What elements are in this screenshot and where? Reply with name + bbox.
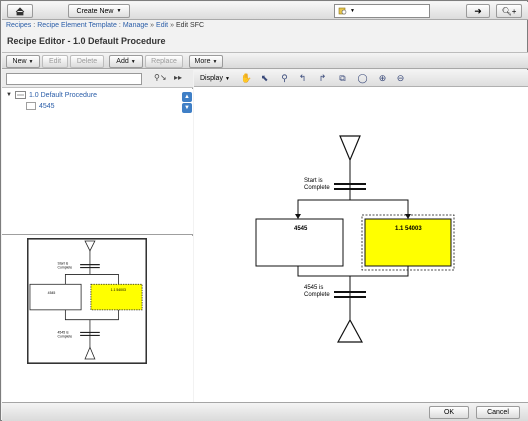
transition-bottom-label-2: Complete (304, 292, 330, 298)
breadcrumb: Recipes: Recipe Element Template: Manage» E… (6, 22, 204, 29)
tree-item-child[interactable]: 4545 (26, 102, 55, 110)
top-bar: Create New ▼ ▼ ➜ 🔍︎+ (2, 2, 528, 20)
link-right-icon[interactable]: ↱ (316, 72, 329, 85)
zoom-fit-icon[interactable]: ◯ (356, 72, 369, 85)
chevron-down-icon: ▼ (28, 58, 34, 65)
node-icon[interactable]: ⧉ (336, 72, 349, 85)
mini-step-right-label: 1.1 54003 (111, 288, 126, 292)
ok-button[interactable]: OK (429, 406, 469, 419)
step-4545-label: 4545 (294, 226, 308, 232)
edit-label: Edit (48, 58, 62, 65)
search-input[interactable] (348, 4, 428, 16)
recipe-tree: ▼ 1.0 Default Procedure 4545 ▲ ▼ (2, 89, 193, 235)
sfc-canvas[interactable]: Start is Complete 4545 1.1 54003 4545 is… (194, 88, 528, 402)
add-label: Add (116, 58, 129, 65)
create-new-button[interactable]: Create New ▼ (68, 4, 130, 18)
hand-icon[interactable]: ✋ (240, 72, 253, 85)
collapse-arrow-icon[interactable]: ▼ (6, 92, 12, 98)
pointer-icon[interactable]: ⬉ (258, 72, 271, 85)
zoom-in-icon[interactable]: ⊕ (376, 72, 389, 85)
search-scope-icon (338, 7, 347, 14)
chevron-down-icon: ▼ (116, 8, 122, 14)
connect-icon[interactable]: ⚲ (278, 72, 291, 85)
breadcrumb-current: Edit SFC (176, 22, 205, 29)
chevron-down-icon: ▼ (130, 58, 136, 65)
go-button[interactable]: ➜ (466, 4, 490, 18)
edit-button[interactable]: Edit (42, 55, 68, 68)
new-button[interactable]: New ▼ (6, 55, 40, 68)
more-button[interactable]: More ▼ (189, 55, 223, 68)
find-button[interactable]: 🔍︎+ (496, 4, 522, 18)
mini-step-left-label: 4545 (48, 291, 56, 295)
start-triangle[interactable] (339, 135, 361, 162)
tree-item-root-label: 1.0 Default Procedure (28, 91, 98, 99)
tree-filter-input[interactable] (6, 73, 142, 85)
tree-item-root[interactable]: ▼ 1.0 Default Procedure (6, 91, 97, 99)
create-new-label: Create New (76, 7, 114, 15)
page-title: Recipe Editor - 1.0 Default Procedure (7, 36, 166, 46)
procedure-icon (15, 91, 26, 99)
tree-item-child-label: 4545 (39, 102, 55, 110)
home-icon (15, 6, 25, 15)
transition-top-label: Start is (304, 178, 323, 184)
step-icon (26, 102, 36, 110)
mini-trans-top-label-2: Complete (58, 266, 73, 270)
link-left-icon[interactable]: ↰ (296, 72, 309, 85)
find-plus-icon: 🔍︎+ (501, 6, 517, 16)
display-label: Display (200, 75, 223, 82)
scroll-up-icon[interactable]: ▲ (182, 92, 192, 102)
new-label: New (12, 58, 27, 65)
ok-label: OK (443, 409, 455, 416)
zoom-out-icon[interactable]: ⊖ (394, 72, 407, 85)
breadcrumb-separator: » (150, 22, 155, 29)
mini-step-left (29, 283, 82, 311)
breadcrumb-separator: : (118, 22, 121, 29)
mini-trans-bottom-label-2: Complete (58, 334, 73, 338)
replace-label: Replace (151, 58, 177, 65)
end-triangle[interactable] (336, 318, 364, 343)
expand-icon[interactable]: ▸▸ (174, 73, 182, 82)
transition-top-label-2: Complete (304, 185, 330, 191)
chevron-down-icon: ▼ (224, 75, 230, 82)
chevron-down-icon: ▼ (212, 58, 218, 65)
breadcrumb-manage[interactable]: Manage (123, 22, 148, 29)
step-54003-label: 1.1 54003 (395, 226, 422, 232)
overview-panel: Start is Complete 4545 1.1 54003 4545 is… (2, 236, 193, 402)
breadcrumb-recipes[interactable]: Recipes (6, 22, 31, 29)
filter-icon[interactable]: ⚲↘ (154, 73, 167, 82)
main-toolbar: New ▼ Edit Delete Add ▼ Replace More ▼ (2, 52, 528, 69)
breadcrumb-edit[interactable]: Edit (156, 22, 168, 29)
add-button[interactable]: Add ▼ (109, 55, 143, 68)
breadcrumb-separator: : (33, 22, 36, 29)
left-panel: ⚲↘ ▸▸ ▼ 1.0 Default Procedure 4545 ▲ ▼ S… (2, 70, 193, 402)
delete-button[interactable]: Delete (70, 55, 104, 68)
overview-map[interactable]: Start is Complete 4545 1.1 54003 4545 is… (27, 238, 147, 364)
arrow-right-icon: ➜ (474, 5, 482, 16)
delete-label: Delete (76, 58, 98, 65)
home-button[interactable] (7, 4, 33, 18)
breadcrumb-template[interactable]: Recipe Element Template (37, 22, 117, 29)
dialog-footer: OK Cancel (2, 402, 528, 421)
more-label: More (194, 58, 211, 65)
tree-filter-bar: ⚲↘ ▸▸ (2, 70, 193, 88)
breadcrumb-separator: » (170, 22, 175, 29)
display-menu[interactable]: Display ▼ (200, 72, 230, 85)
diagram-toolbar: Display ▼ ✋ ⬉ ⚲ ↰ ↱ ⧉ ◯ ⊕ ⊖ (194, 70, 528, 87)
replace-button[interactable]: Replace (145, 55, 183, 68)
recipe-editor-window: Create New ▼ ▼ ➜ 🔍︎+ Recipes: Recipe Elem… (0, 0, 528, 421)
scroll-down-icon[interactable]: ▼ (182, 103, 192, 113)
cancel-label: Cancel (487, 409, 509, 416)
transition-bottom-label: 4545 is (304, 285, 323, 291)
cancel-button[interactable]: Cancel (476, 406, 520, 419)
diagram-panel: Display ▼ ✋ ⬉ ⚲ ↰ ↱ ⧉ ◯ ⊕ ⊖ Start is Com… (194, 70, 528, 402)
